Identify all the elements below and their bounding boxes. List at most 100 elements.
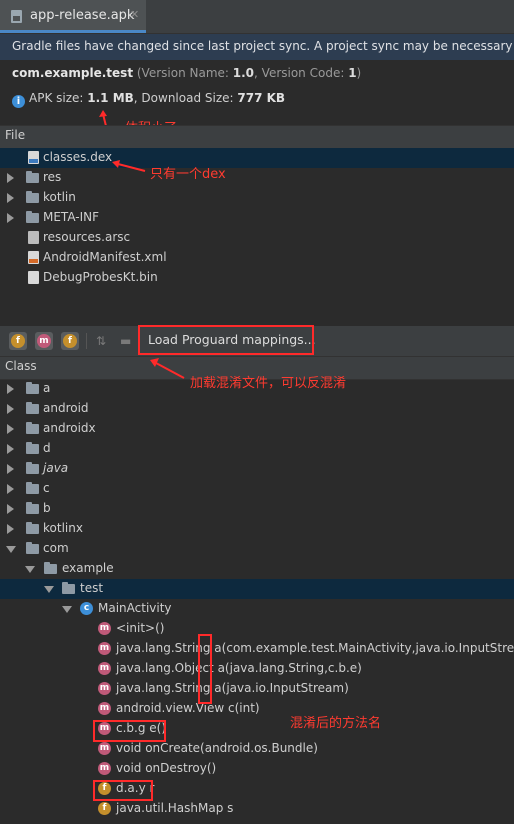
member-row[interactable]: f d.a.y r	[0, 779, 514, 799]
close-icon[interactable]: ✕	[130, 8, 139, 21]
file-row-res[interactable]: res	[0, 168, 514, 188]
package-row-com[interactable]: com	[0, 539, 514, 559]
method-icon: m	[98, 642, 111, 655]
method-icon: m	[37, 334, 51, 348]
collapse-arrow-icon[interactable]	[25, 566, 35, 573]
show-referenced-button[interactable]: f	[61, 332, 79, 350]
collapse-arrow-icon[interactable]	[6, 546, 16, 553]
field-icon: f	[11, 334, 25, 348]
toolbar-divider	[86, 333, 87, 349]
package-label: androidx	[43, 421, 96, 435]
expand-arrow-icon[interactable]	[7, 384, 14, 394]
dex-annotation: 只有一个dex	[150, 167, 226, 182]
file-header-label: File	[5, 128, 26, 142]
file-row-classes-dex[interactable]: classes.dex	[0, 148, 514, 168]
download-size-value: 777 KB	[237, 91, 286, 105]
member-label: void onDestroy()	[116, 761, 217, 775]
package-row-kotlinx[interactable]: kotlinx	[0, 519, 514, 539]
member-row[interactable]: m java.lang.String a(com.example.test.Ma…	[0, 639, 514, 659]
show-methods-button[interactable]: m	[35, 332, 53, 350]
expand-arrow-icon[interactable]	[7, 464, 14, 474]
file-row-kotlin[interactable]: kotlin	[0, 188, 514, 208]
member-label: java.util.HashMap s	[116, 801, 234, 815]
file-label: AndroidManifest.xml	[43, 250, 167, 264]
package-label: android	[43, 401, 89, 415]
member-row[interactable]: m android.view.View c(int)	[0, 699, 514, 719]
method-icon: m	[98, 622, 111, 635]
package-label: c	[43, 481, 50, 495]
method-annotation: 混淆后的方法名	[290, 716, 382, 731]
show-fields-button[interactable]: f	[9, 332, 27, 350]
package-icon	[26, 462, 39, 474]
package-icon	[26, 442, 39, 454]
member-label: <init>()	[116, 621, 165, 635]
expand-arrow-icon[interactable]	[7, 193, 14, 203]
load-mappings-highlight	[138, 325, 314, 355]
field-icon: f	[98, 802, 111, 815]
package-row-d[interactable]: d	[0, 439, 514, 459]
package-icon	[26, 502, 39, 514]
file-label: classes.dex	[43, 150, 113, 164]
package-icon	[26, 542, 39, 554]
expand-arrow-icon[interactable]	[7, 444, 14, 454]
apk-size-info: i APK size: 1.1 MB, Download Size: 777 KB	[12, 91, 285, 108]
package-row-b[interactable]: b	[0, 499, 514, 519]
member-row[interactable]: m void onCreate(android.os.Bundle)	[0, 739, 514, 759]
dex-arrow-icon	[112, 160, 146, 172]
package-row-test[interactable]: test	[0, 579, 514, 599]
package-label: b	[43, 501, 51, 515]
member-row[interactable]: m void onDestroy()	[0, 759, 514, 779]
package-icon	[26, 382, 39, 394]
member-row[interactable]: f java.util.HashMap s	[0, 799, 514, 819]
sort-icon[interactable]: ⇅	[96, 334, 110, 348]
file-row-meta-inf[interactable]: META-INF	[0, 208, 514, 228]
package-icon	[62, 582, 75, 594]
member-row[interactable]: m <init>()	[0, 619, 514, 639]
file-panel-header	[0, 125, 514, 149]
method-icon: m	[98, 702, 111, 715]
expand-arrow-icon[interactable]	[7, 484, 14, 494]
referenced-field-icon: f	[63, 334, 77, 348]
expand-arrow-icon[interactable]	[7, 424, 14, 434]
package-row-androidx[interactable]: androidx	[0, 419, 514, 439]
member-row[interactable]: m java.lang.Object a(java.lang.String,c.…	[0, 659, 514, 679]
collapse-arrow-icon[interactable]	[62, 606, 72, 613]
folder-open-icon[interactable]: ▬	[120, 334, 134, 348]
collapse-arrow-icon[interactable]	[44, 586, 54, 593]
package-row-a[interactable]: a	[0, 379, 514, 399]
package-row-android[interactable]: android	[0, 399, 514, 419]
folder-icon	[26, 171, 39, 183]
class-label: MainActivity	[98, 601, 172, 615]
member-label: java.lang.Object a(java.lang.String,c.b.…	[116, 661, 362, 675]
file-row-resources-arsc[interactable]: resources.arsc	[0, 228, 514, 248]
package-row-java[interactable]: java	[0, 459, 514, 479]
package-info: com.example.test (Version Name: 1.0, Ver…	[12, 66, 361, 80]
member-row[interactable]: m java.lang.String a(java.io.InputStream…	[0, 679, 514, 699]
package-row-example[interactable]: example	[0, 559, 514, 579]
package-label: kotlinx	[43, 521, 83, 535]
method-icon: m	[98, 762, 111, 775]
xml-file-icon	[28, 251, 39, 264]
member-label: java.lang.String a(java.io.InputStream)	[116, 681, 349, 695]
package-row-c[interactable]: c	[0, 479, 514, 499]
file-label: DebugProbesKt.bin	[43, 270, 158, 284]
file-label: res	[43, 170, 62, 184]
package-icon	[26, 422, 39, 434]
package-label: test	[80, 581, 104, 595]
package-icon	[26, 522, 39, 534]
folder-icon	[26, 191, 39, 203]
expand-arrow-icon[interactable]	[7, 404, 14, 414]
file-row-debugprobes[interactable]: DebugProbesKt.bin	[0, 268, 514, 288]
expand-arrow-icon[interactable]	[7, 524, 14, 534]
version-meta: (Version Name: 1.0, Version Code: 1)	[133, 66, 362, 80]
apk-size-value: 1.1 MB	[87, 91, 134, 105]
member-label: android.view.View c(int)	[116, 701, 260, 715]
expand-arrow-icon[interactable]	[7, 213, 14, 223]
expand-arrow-icon[interactable]	[7, 504, 14, 514]
method-icon: m	[98, 682, 111, 695]
class-row-mainactivity[interactable]: c MainActivity	[0, 599, 514, 619]
member-row[interactable]: m c.b.g e()	[0, 719, 514, 739]
file-row-manifest[interactable]: AndroidManifest.xml	[0, 248, 514, 268]
class-header-label: Class	[5, 359, 37, 373]
expand-arrow-icon[interactable]	[7, 173, 14, 183]
